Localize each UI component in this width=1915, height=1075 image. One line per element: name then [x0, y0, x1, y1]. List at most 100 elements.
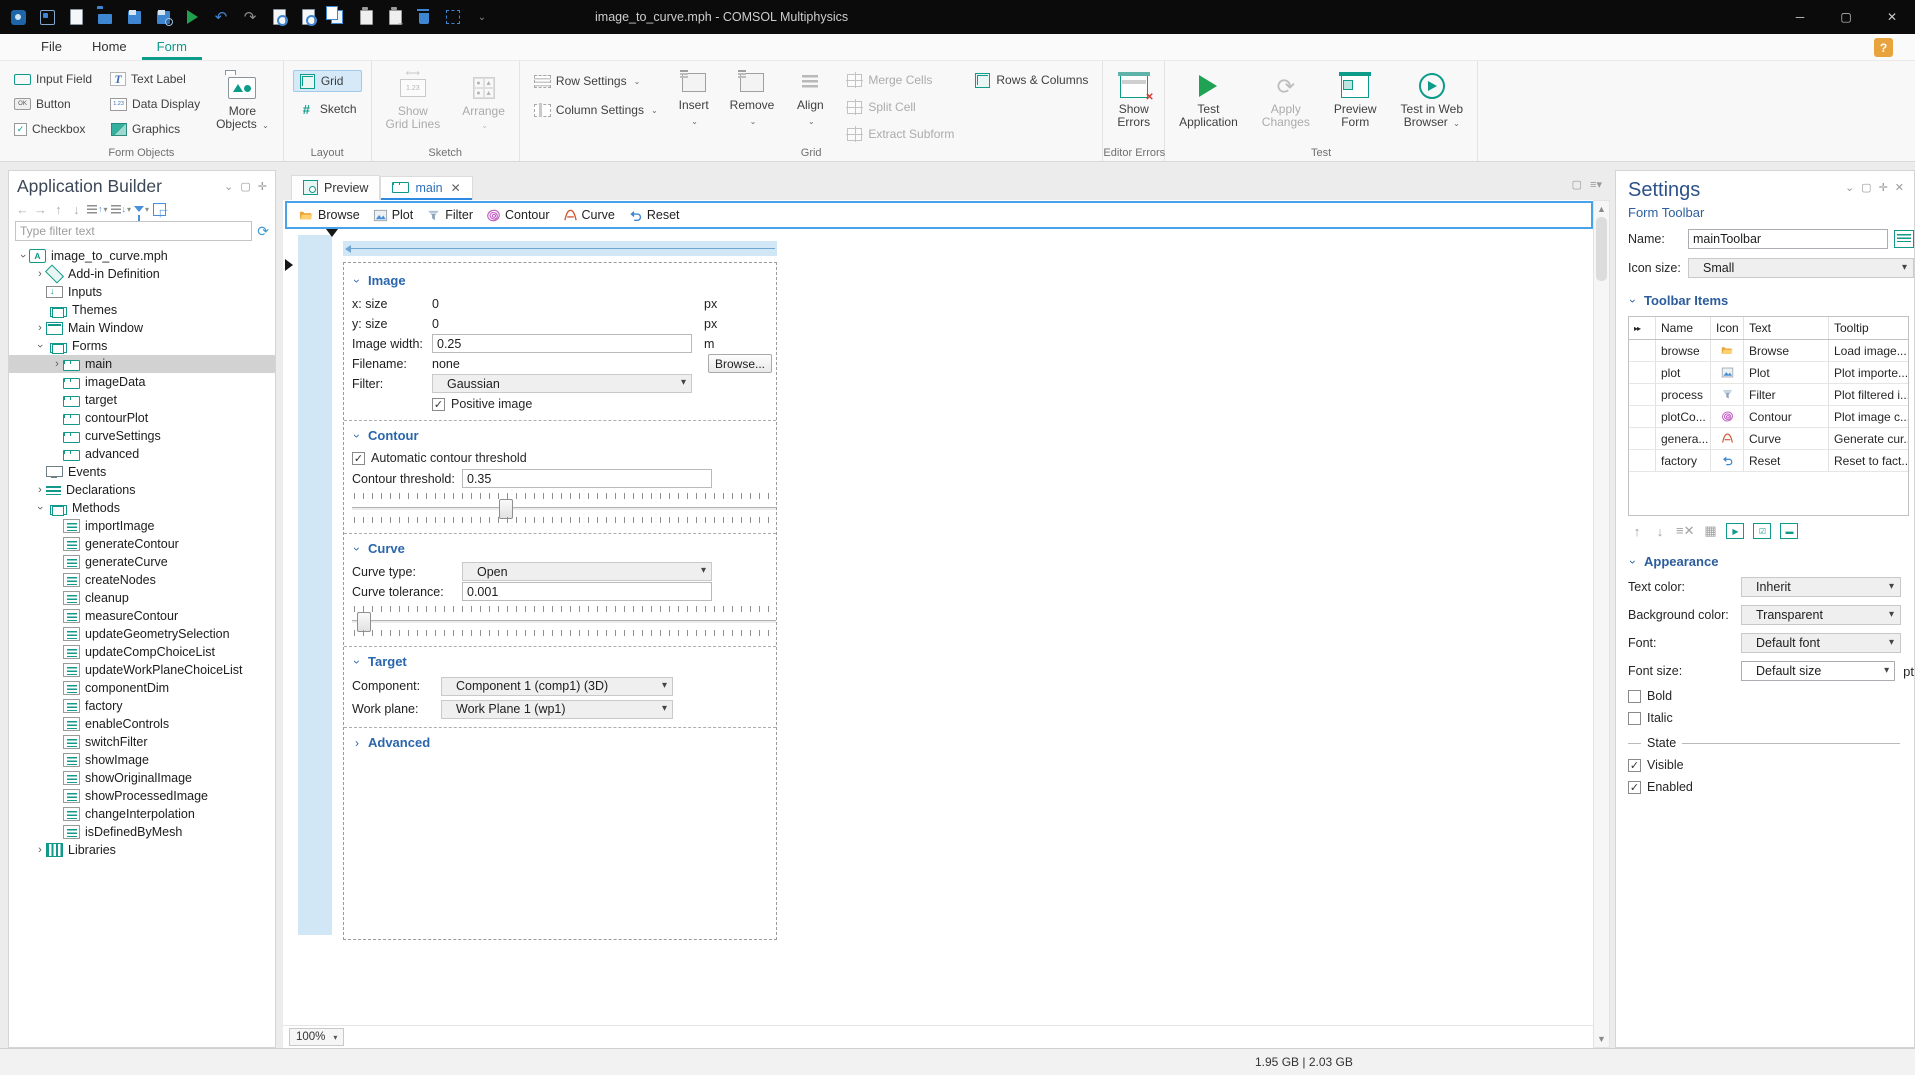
show-errors-button[interactable]: Show Errors — [1112, 70, 1155, 131]
tree-item-Add-in Definition[interactable]: › Add-in Definition — [9, 264, 275, 284]
tab-home[interactable]: Home — [77, 35, 142, 60]
graphics-button[interactable]: Graphics — [105, 118, 205, 140]
tree-item-measureContour[interactable]: measureContour — [9, 607, 275, 625]
scroll-down-icon[interactable]: ▼ — [1597, 1032, 1606, 1046]
tab-main[interactable]: main ✕ — [380, 176, 473, 200]
curve-tolerance-slider[interactable] — [352, 603, 776, 639]
browse-toolbar-button[interactable]: Browse — [295, 208, 364, 223]
paste-forward-icon[interactable] — [387, 9, 403, 25]
run-icon[interactable] — [184, 9, 200, 25]
float-icon[interactable]: ▢ — [1572, 178, 1582, 191]
tree-item-showOriginalImage[interactable]: showOriginalImage — [9, 769, 275, 787]
tree-expander-icon[interactable]: › — [51, 358, 63, 370]
input-field-button[interactable]: Input Field — [9, 68, 97, 90]
undo-icon[interactable]: ↶ — [213, 9, 229, 26]
tree-item-importImage[interactable]: importImage — [9, 517, 275, 535]
delete-icon[interactable] — [416, 9, 432, 25]
tree-item-contourPlot[interactable]: contourPlot — [9, 409, 275, 427]
close-icon[interactable]: ✕ — [1895, 181, 1904, 194]
tree-expander-icon[interactable]: › — [34, 268, 46, 280]
new-file-icon[interactable] — [68, 9, 84, 25]
tree-item-image_to_curve.mph[interactable]: › Aimage_to_curve.mph — [9, 247, 275, 265]
refresh-icon[interactable]: ⟳ — [257, 223, 269, 240]
background-color-select[interactable]: Transparent — [1741, 605, 1901, 625]
tree-item-factory[interactable]: factory — [9, 697, 275, 715]
float-icon[interactable]: ▢ — [240, 180, 250, 193]
icon-size-select[interactable]: Small — [1688, 258, 1914, 278]
toolbar-item-row-Plot[interactable]: plot Plot Plot importe... — [1629, 362, 1908, 384]
tree-expander-icon[interactable]: › — [17, 250, 29, 262]
toolbar-item-row-Curve[interactable]: genera... Curve Generate cur... — [1629, 428, 1908, 450]
tree-item-showImage[interactable]: showImage — [9, 751, 275, 769]
pin-icon[interactable]: ✛ — [258, 180, 267, 193]
tree-item-changeInterpolation[interactable]: changeInterpolation — [9, 805, 275, 823]
forward-icon[interactable]: → — [33, 201, 48, 217]
help-button[interactable]: ? — [1874, 38, 1893, 57]
rename-icon[interactable] — [1894, 230, 1914, 248]
tree-item-target[interactable]: target — [9, 391, 275, 409]
tree-item-updateCompChoiceList[interactable]: updateCompChoiceList — [9, 643, 275, 661]
section-curve[interactable]: › Curve — [350, 541, 768, 556]
back-icon[interactable]: ← — [15, 201, 30, 217]
tree-item-Methods[interactable]: › Methods — [9, 499, 275, 517]
tree-expander-icon[interactable]: › — [34, 340, 46, 352]
move-up-icon[interactable]: ↑ — [1630, 524, 1644, 539]
add-button-icon[interactable]: ▶ — [1726, 523, 1745, 539]
grid-mode-button[interactable]: Grid — [292, 70, 362, 92]
tree-item-generateCurve[interactable]: generateCurve — [9, 553, 275, 571]
tree-item-Declarations[interactable]: › Declarations — [9, 481, 275, 499]
section-target[interactable]: › Target — [350, 654, 768, 669]
contour-threshold-slider[interactable] — [352, 490, 776, 526]
component-select[interactable]: Component 1 (comp1) (3D) — [441, 676, 673, 696]
toolbar-item-row-Browse[interactable]: browse Browse Load image... — [1629, 340, 1908, 362]
form-grid-cell[interactable]: › Image x: size 0 px y: size 0 px Image width… — [343, 262, 777, 940]
tab-form[interactable]: Form — [141, 35, 202, 60]
column-settings-button[interactable]: Column Settings ⌄ — [529, 99, 663, 121]
toolbar-items-section[interactable]: › Toolbar Items — [1626, 293, 1914, 308]
tree-item-Main Window[interactable]: › Main Window — [9, 319, 275, 337]
move-down-icon[interactable]: ↓ — [1653, 524, 1667, 539]
sketch-mode-button[interactable]: # Sketch — [293, 98, 362, 120]
contour-slider-handle[interactable] — [498, 499, 513, 519]
grid-row-header[interactable] — [298, 235, 332, 935]
move-up-icon[interactable]: ↑ — [51, 201, 66, 217]
more-objects-button[interactable]: More Objects ⌄ — [211, 72, 274, 134]
save-icon[interactable] — [126, 9, 142, 25]
curve-slider-handle[interactable] — [356, 612, 371, 632]
enabled-checkbox[interactable]: ✓ — [1628, 780, 1641, 794]
expand-all-icon[interactable]: ↑ ▾ — [87, 201, 108, 217]
button-object-button[interactable]: OK Button — [9, 93, 97, 115]
float-icon[interactable]: ▢ — [1861, 181, 1871, 194]
row-settings-button[interactable]: Row Settings ⌄ — [529, 70, 663, 92]
delete-item-icon[interactable]: ≡✕ — [1676, 523, 1694, 539]
add-toggle-icon[interactable]: ☑ — [1753, 523, 1772, 539]
tree-item-curveSettings[interactable]: curveSettings — [9, 427, 275, 445]
copy-icon[interactable] — [329, 9, 345, 25]
preview-form-button[interactable]: Preview Form — [1329, 70, 1382, 132]
tree-item-updateWorkPlaneChoiceList[interactable]: updateWorkPlaneChoiceList — [9, 661, 275, 679]
tree-expander-icon[interactable]: › — [34, 322, 46, 334]
edit-item-icon[interactable]: ▦ — [1703, 523, 1717, 539]
tab-list-icon[interactable]: ≡▾ — [1590, 178, 1602, 191]
contour-toolbar-button[interactable]: Contour — [482, 208, 553, 223]
model-tree-icon[interactable] — [152, 201, 167, 217]
app-icon[interactable] — [10, 9, 26, 25]
tree-item-showProcessedImage[interactable]: showProcessedImage — [9, 787, 275, 805]
tree-expander-icon[interactable]: › — [34, 844, 46, 856]
browse-file-button[interactable]: Browse... — [708, 354, 773, 373]
chevron-down-icon[interactable]: ⌄ — [1845, 181, 1854, 194]
rows-columns-button[interactable]: Rows & Columns — [969, 69, 1093, 91]
tab-preview[interactable]: Preview — [291, 175, 381, 200]
tree-item-enableControls[interactable]: enableControls — [9, 715, 275, 733]
add-separator-icon[interactable]: ▬ — [1780, 523, 1799, 539]
section-contour[interactable]: › Contour — [350, 428, 768, 443]
toolbar-item-row-Reset[interactable]: factory Reset Reset to fact... — [1629, 450, 1908, 472]
filter-select[interactable]: Gaussian — [432, 374, 692, 393]
tree-item-Themes[interactable]: Themes — [9, 301, 275, 319]
text-color-select[interactable]: Inherit — [1741, 577, 1901, 597]
tree-item-Inputs[interactable]: Inputs — [9, 283, 275, 301]
tree-item-Libraries[interactable]: › Libraries — [9, 841, 275, 859]
font-select[interactable]: Default font — [1741, 633, 1901, 653]
toolbar-items-table[interactable]: ▸▸ Name Icon Text Tooltip browse Browse Lo… — [1628, 316, 1909, 516]
scrollbar-thumb[interactable] — [1596, 217, 1607, 281]
